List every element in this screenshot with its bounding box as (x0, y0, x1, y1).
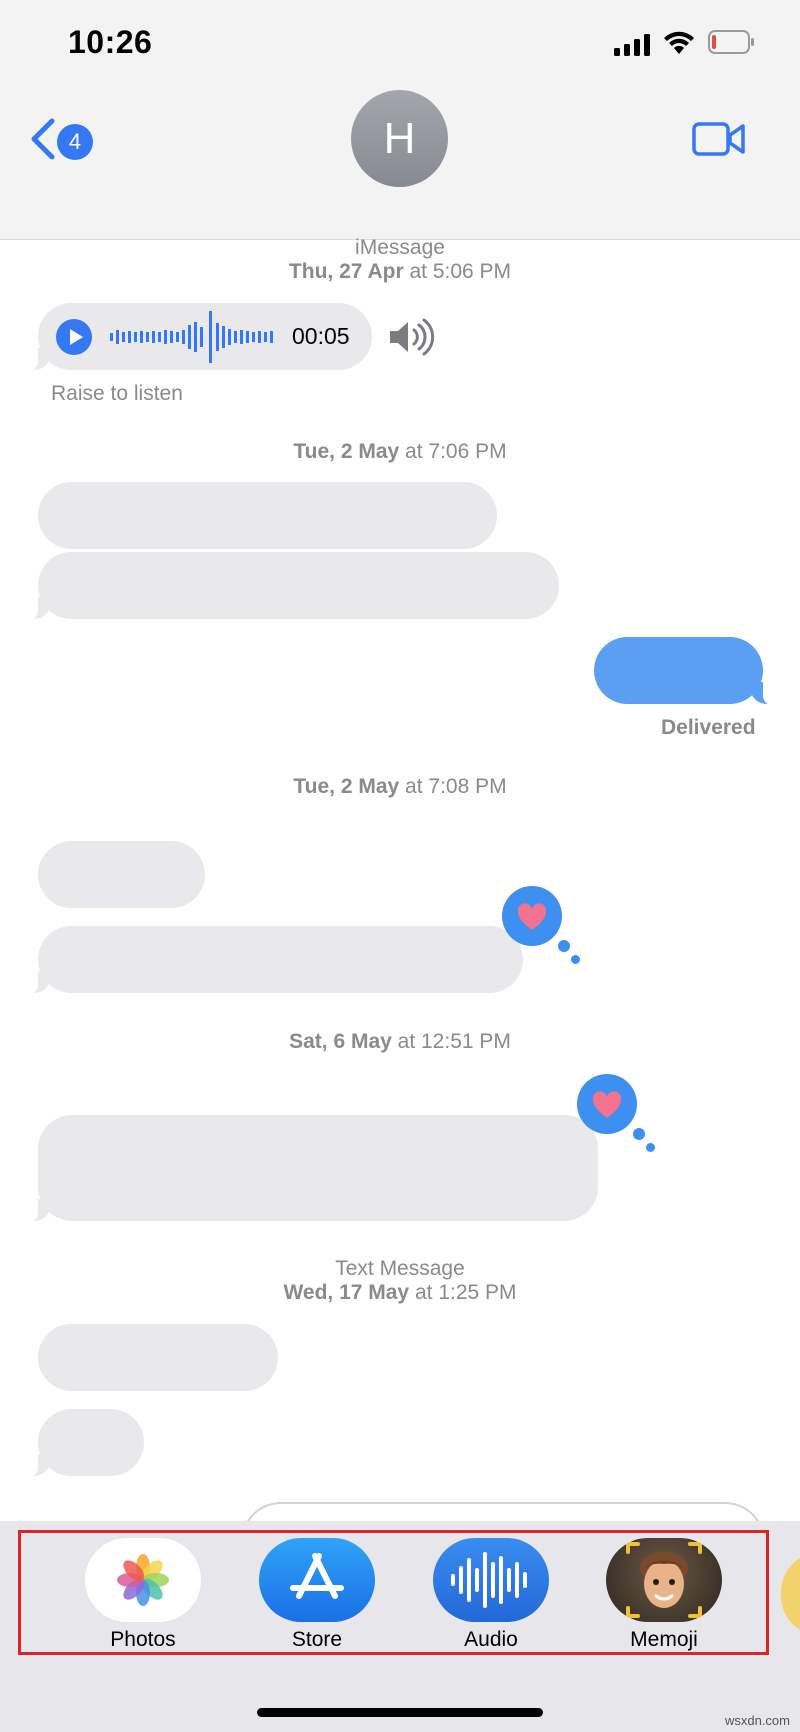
video-call-icon[interactable] (692, 120, 746, 158)
cellular-signal-icon (614, 34, 650, 56)
received-message-bubble[interactable] (12, 552, 559, 621)
heart-icon (592, 1091, 622, 1118)
conversation-header: 4 H (0, 90, 800, 240)
back-button[interactable]: 4 (30, 118, 102, 168)
raise-to-listen-label: Raise to listen (51, 382, 183, 405)
speaker-icon[interactable] (388, 317, 436, 357)
timestamp-time: at 12:51 PM (397, 1030, 511, 1053)
play-button[interactable] (56, 319, 92, 355)
timestamp-day: Tue, 2 May (293, 440, 400, 463)
highlight-box (18, 1530, 769, 1655)
tapback-dot (571, 955, 580, 964)
service-label: iMessage (355, 236, 445, 259)
received-message-bubble[interactable] (12, 926, 523, 995)
heart-icon (517, 903, 547, 930)
timestamp-day: Wed, 17 May (283, 1281, 410, 1304)
timestamp: Thu, 27 Apr at 5:06 PM (0, 260, 800, 284)
service-label: Text Message (335, 1257, 465, 1280)
timestamp-time: at 7:08 PM (405, 775, 507, 798)
timestamp-day: Thu, 27 Apr (288, 260, 404, 283)
received-message-bubble[interactable] (38, 1324, 278, 1391)
audio-duration: 00:05 (292, 323, 350, 349)
chevron-left-icon (31, 118, 55, 160)
sent-message-bubble[interactable] (594, 637, 789, 706)
timestamp: Tue, 2 May at 7:08 PM (0, 775, 800, 799)
heart-tapback[interactable] (577, 1074, 655, 1152)
unread-count-badge: 4 (57, 124, 93, 160)
audio-message-bubble[interactable]: 00:05 (12, 303, 372, 372)
timestamp-time: at 5:06 PM (409, 260, 512, 283)
timestamp-day: Sat, 6 May (289, 1030, 392, 1053)
watermark: wsxdn.com (724, 1713, 790, 1728)
timestamp: Wed, 17 May at 1:25 PM (0, 1281, 800, 1305)
received-message-bubble[interactable] (12, 1115, 598, 1223)
received-message-bubble[interactable] (12, 1409, 144, 1478)
delivered-status: Delivered (661, 716, 756, 739)
received-message-bubble[interactable] (38, 841, 205, 908)
tapback-dot (646, 1143, 655, 1152)
timestamp-day: Tue, 2 May (293, 775, 400, 798)
contact-avatar[interactable]: H (351, 90, 448, 187)
status-bar: 10:26 (0, 0, 800, 90)
audio-waveform-icon (110, 311, 273, 363)
heart-tapback[interactable] (502, 886, 580, 964)
timestamp: Sat, 6 May at 12:51 PM (0, 1030, 800, 1054)
battery-icon (708, 30, 754, 54)
received-message-bubble[interactable] (38, 482, 497, 549)
wifi-icon (664, 31, 694, 54)
timestamp: Tue, 2 May at 7:06 PM (0, 440, 800, 464)
timestamp-time: at 1:25 PM (414, 1281, 517, 1304)
home-indicator[interactable] (257, 1708, 543, 1717)
status-time: 10:26 (68, 24, 153, 60)
timestamp-time: at 7:06 PM (405, 440, 507, 463)
